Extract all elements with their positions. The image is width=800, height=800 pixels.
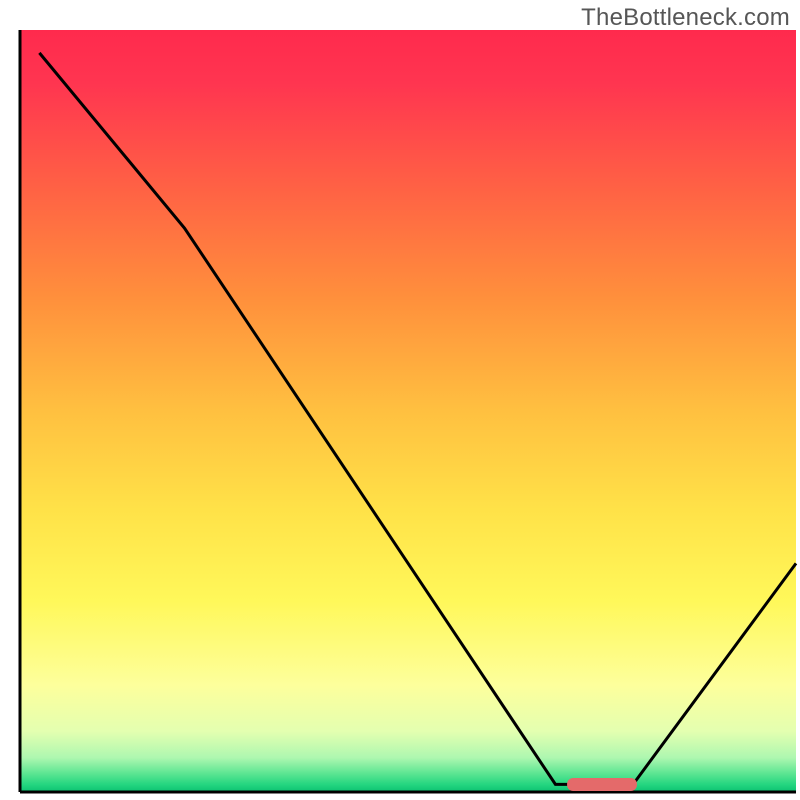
bottleneck-chart: TheBottleneck.com	[0, 0, 800, 800]
plot-svg	[0, 0, 800, 800]
gradient-background	[20, 30, 796, 792]
watermark-text: TheBottleneck.com	[581, 4, 790, 32]
optimal-marker	[567, 778, 637, 791]
